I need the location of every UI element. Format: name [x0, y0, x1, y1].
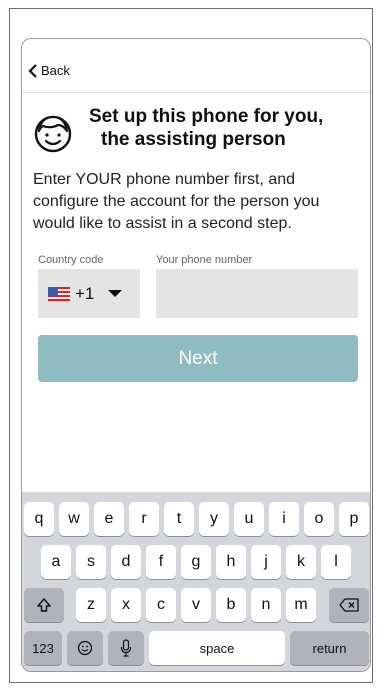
- key-p[interactable]: p: [339, 502, 369, 536]
- key-a[interactable]: a: [41, 545, 71, 579]
- chevron-left-icon: [28, 63, 37, 78]
- title-line-1: Set up this phone for you,: [89, 106, 324, 127]
- key-i[interactable]: i: [269, 502, 299, 536]
- us-flag-icon: [48, 286, 70, 301]
- phone-number-input[interactable]: [156, 269, 358, 318]
- key-y[interactable]: y: [199, 502, 229, 536]
- key-w[interactable]: w: [59, 502, 89, 536]
- return-key[interactable]: return: [290, 631, 369, 665]
- key-z[interactable]: z: [76, 588, 106, 622]
- country-code-selector[interactable]: +1: [38, 269, 140, 318]
- numbers-key[interactable]: 123: [24, 631, 62, 665]
- key-h[interactable]: h: [216, 545, 246, 579]
- delete-icon: [339, 598, 359, 612]
- key-q[interactable]: q: [24, 502, 54, 536]
- key-n[interactable]: n: [251, 588, 281, 622]
- microphone-icon: [120, 639, 132, 657]
- key-l[interactable]: l: [321, 545, 351, 579]
- key-b[interactable]: b: [216, 588, 246, 622]
- key-x[interactable]: x: [111, 588, 141, 622]
- next-button-label: Next: [178, 347, 218, 369]
- key-u[interactable]: u: [234, 502, 264, 536]
- country-code-label: Country code: [38, 254, 104, 266]
- dropdown-arrow-icon: [108, 290, 123, 297]
- shift-icon: [37, 598, 51, 612]
- phone-screen: Back Set up this phone for you, the assi…: [21, 38, 371, 672]
- key-r[interactable]: r: [129, 502, 159, 536]
- space-key[interactable]: space: [149, 631, 285, 665]
- title-section: Set up this phone for you, the assisting…: [33, 105, 363, 165]
- key-m[interactable]: m: [286, 588, 316, 622]
- back-label: Back: [41, 63, 70, 78]
- next-button[interactable]: Next: [38, 335, 358, 382]
- microphone-key[interactable]: [108, 631, 144, 665]
- emoji-icon: [77, 640, 93, 656]
- key-j[interactable]: j: [251, 545, 281, 579]
- emoji-key[interactable]: [67, 631, 103, 665]
- country-code-value: +1: [75, 283, 95, 303]
- instructions-text: Enter YOUR phone number first, and confi…: [33, 171, 320, 232]
- delete-key[interactable]: [329, 588, 369, 622]
- key-k[interactable]: k: [286, 545, 316, 579]
- title-line-2: the assisting person: [101, 129, 286, 150]
- key-e[interactable]: e: [94, 502, 124, 536]
- navigation-bar: Back: [22, 39, 370, 93]
- key-g[interactable]: g: [181, 545, 211, 579]
- key-c[interactable]: c: [146, 588, 176, 622]
- shift-key[interactable]: [24, 588, 64, 622]
- onscreen-keyboard: q w e r t y u i o p a s d f g h j k l z …: [22, 492, 370, 671]
- key-s[interactable]: s: [76, 545, 106, 579]
- phone-number-label: Your phone number: [156, 254, 253, 266]
- assisting-person-icon: [34, 115, 72, 153]
- key-o[interactable]: o: [304, 502, 334, 536]
- key-d[interactable]: d: [111, 545, 141, 579]
- key-f[interactable]: f: [146, 545, 176, 579]
- key-v[interactable]: v: [181, 588, 211, 622]
- page-title: Set up this phone for you, the assisting…: [89, 105, 323, 151]
- key-t[interactable]: t: [164, 502, 194, 536]
- back-button[interactable]: Back: [28, 63, 70, 78]
